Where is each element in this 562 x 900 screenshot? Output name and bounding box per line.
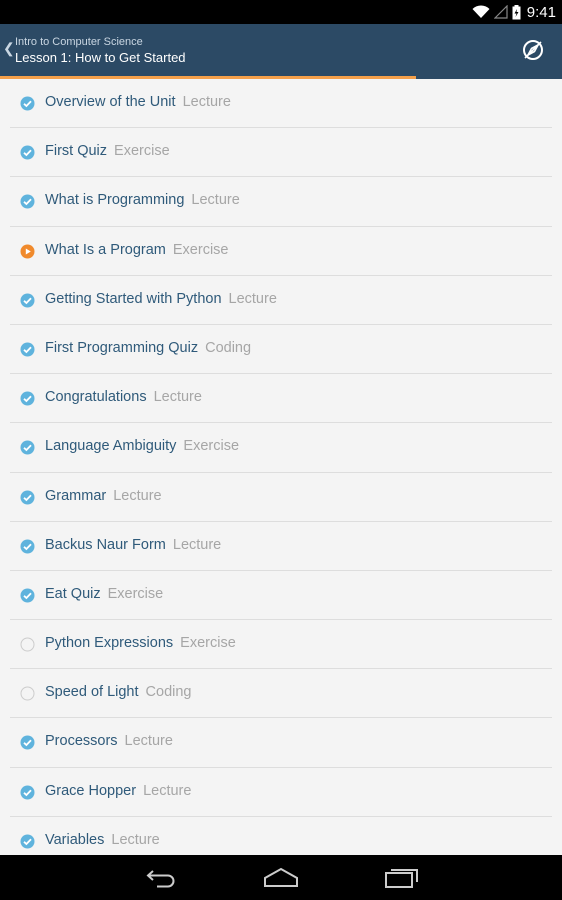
lesson-name: First Programming Quiz — [45, 339, 199, 356]
check-circle-icon — [20, 588, 35, 603]
recent-apps-icon[interactable] — [385, 866, 419, 892]
lesson-row[interactable]: Variables Lecture — [10, 817, 552, 855]
check-circle-icon — [20, 440, 35, 455]
empty-circle-icon — [20, 686, 35, 701]
lesson-row[interactable]: Eat Quiz Exercise — [10, 571, 552, 621]
lesson-type: Lecture — [228, 290, 277, 307]
navigation-bar — [0, 855, 562, 900]
course-title[interactable]: Intro to Computer Science — [15, 36, 143, 48]
lesson-row[interactable]: Congratulations Lecture — [10, 374, 552, 424]
lesson-row[interactable]: First Quiz Exercise — [10, 128, 552, 178]
lesson-name: Grammar — [45, 487, 107, 504]
lesson-type: Coding — [145, 684, 192, 701]
check-circle-icon — [20, 391, 35, 406]
lesson-type: Lecture — [153, 389, 202, 406]
compass-icon[interactable] — [522, 39, 544, 61]
lesson-type: Lecture — [191, 192, 240, 209]
check-circle-icon — [20, 785, 35, 800]
app-bar: ❮ Intro to Computer Science Lesson 1: Ho… — [0, 24, 562, 76]
lesson-row[interactable]: First Programming Quiz Coding — [10, 325, 552, 375]
lesson-name: Congratulations — [45, 389, 147, 406]
lesson-title: Language Ambiguity Exercise — [45, 438, 239, 454]
lesson-name: First Quiz — [45, 143, 108, 160]
lesson-name: Backus Naur Form — [45, 536, 166, 553]
check-circle-icon — [20, 293, 35, 308]
lesson-title: Speed of Light Coding — [45, 684, 191, 700]
lesson-title: Python Expressions Exercise — [45, 635, 236, 651]
lesson-row[interactable]: Speed of Light Coding — [10, 669, 552, 719]
lesson-type: Lecture — [113, 487, 162, 504]
empty-circle-icon — [20, 637, 35, 652]
lesson-name: Grace Hopper — [45, 782, 137, 799]
lesson-type: Lecture — [182, 94, 231, 110]
status-time: 9:41 — [526, 3, 556, 21]
lesson-name: Python Expressions — [45, 635, 174, 652]
lesson-title: What Is a Program Exercise — [45, 242, 228, 258]
wifi-icon — [472, 5, 490, 19]
lesson-name: What Is a Program — [45, 241, 166, 258]
back-icon[interactable] — [145, 866, 177, 892]
lesson-title: Overview of the Unit Lecture — [45, 94, 231, 110]
lesson-row[interactable]: Processors Lecture — [10, 718, 552, 768]
check-circle-icon — [20, 145, 35, 160]
lesson-type: Exercise — [107, 585, 164, 602]
lesson-type: Exercise — [172, 241, 229, 258]
lesson-name: Variables — [45, 831, 105, 848]
lesson-name: What is Programming — [45, 192, 185, 209]
lesson-row[interactable]: Language Ambiguity Exercise — [10, 423, 552, 473]
lesson-type: Exercise — [114, 143, 170, 160]
lesson-row[interactable]: Getting Started with Python Lecture — [10, 276, 552, 325]
lesson-title: First Quiz Exercise — [45, 143, 170, 159]
check-circle-icon — [20, 539, 35, 554]
lesson-title[interactable]: Lesson 1: How to Get Started — [15, 50, 186, 65]
lesson-name: Overview of the Unit — [45, 94, 176, 110]
lesson-name: Getting Started with Python — [45, 290, 222, 307]
lesson-type: Exercise — [183, 438, 240, 455]
home-icon[interactable] — [264, 866, 298, 892]
lesson-type: Lecture — [124, 733, 173, 750]
check-circle-icon — [20, 490, 35, 505]
signal-icon — [493, 5, 508, 19]
lesson-row[interactable]: Overview of the Unit Lecture — [10, 79, 552, 129]
lesson-title: Eat Quiz Exercise — [45, 586, 163, 602]
lesson-name: Processors — [45, 733, 118, 750]
check-circle-icon — [20, 96, 35, 111]
lesson-name: Language Ambiguity — [45, 438, 177, 455]
lesson-title: What is Programming Lecture — [45, 192, 240, 208]
lesson-name: Speed of Light — [45, 684, 139, 701]
lesson-row[interactable]: Python Expressions Exercise — [10, 620, 552, 670]
lesson-type: Coding — [205, 339, 252, 356]
lesson-title: Backus Naur Form Lecture — [45, 537, 221, 553]
play-circle-icon — [20, 244, 35, 259]
lesson-type: Lecture — [172, 536, 222, 553]
check-circle-icon — [20, 342, 35, 357]
check-circle-icon — [20, 194, 35, 209]
lesson-type: Lecture — [143, 782, 192, 799]
check-circle-icon — [20, 834, 35, 849]
lesson-title: Grace Hopper Lecture — [45, 783, 191, 799]
lesson-row[interactable]: Grace Hopper Lecture — [10, 768, 552, 817]
check-circle-icon — [20, 735, 35, 750]
lesson-title: Grammar Lecture — [45, 488, 162, 504]
status-bar: 9:41 — [0, 0, 562, 24]
lesson-row[interactable]: What Is a Program Exercise — [10, 227, 552, 276]
lesson-title: First Programming Quiz Coding — [45, 340, 251, 356]
lesson-row[interactable]: Backus Naur Form Lecture — [10, 522, 552, 571]
lesson-name: Eat Quiz — [45, 585, 101, 602]
lesson-list: Overview of the Unit Lecture First Quiz Exe… — [0, 79, 562, 855]
battery-icon — [512, 4, 521, 20]
lesson-title: Processors Lecture — [45, 733, 173, 749]
lesson-row[interactable]: What is Programming Lecture — [10, 177, 552, 227]
lesson-type: Lecture — [111, 831, 160, 848]
lesson-title: Getting Started with Python Lecture — [45, 291, 277, 307]
lesson-title: Congratulations Lecture — [45, 389, 202, 405]
back-chevron-icon[interactable]: ❮ — [3, 41, 15, 57]
lesson-type: Exercise — [180, 635, 236, 652]
lesson-title: Variables Lecture — [45, 832, 160, 848]
lesson-row[interactable]: Grammar Lecture — [10, 473, 552, 522]
